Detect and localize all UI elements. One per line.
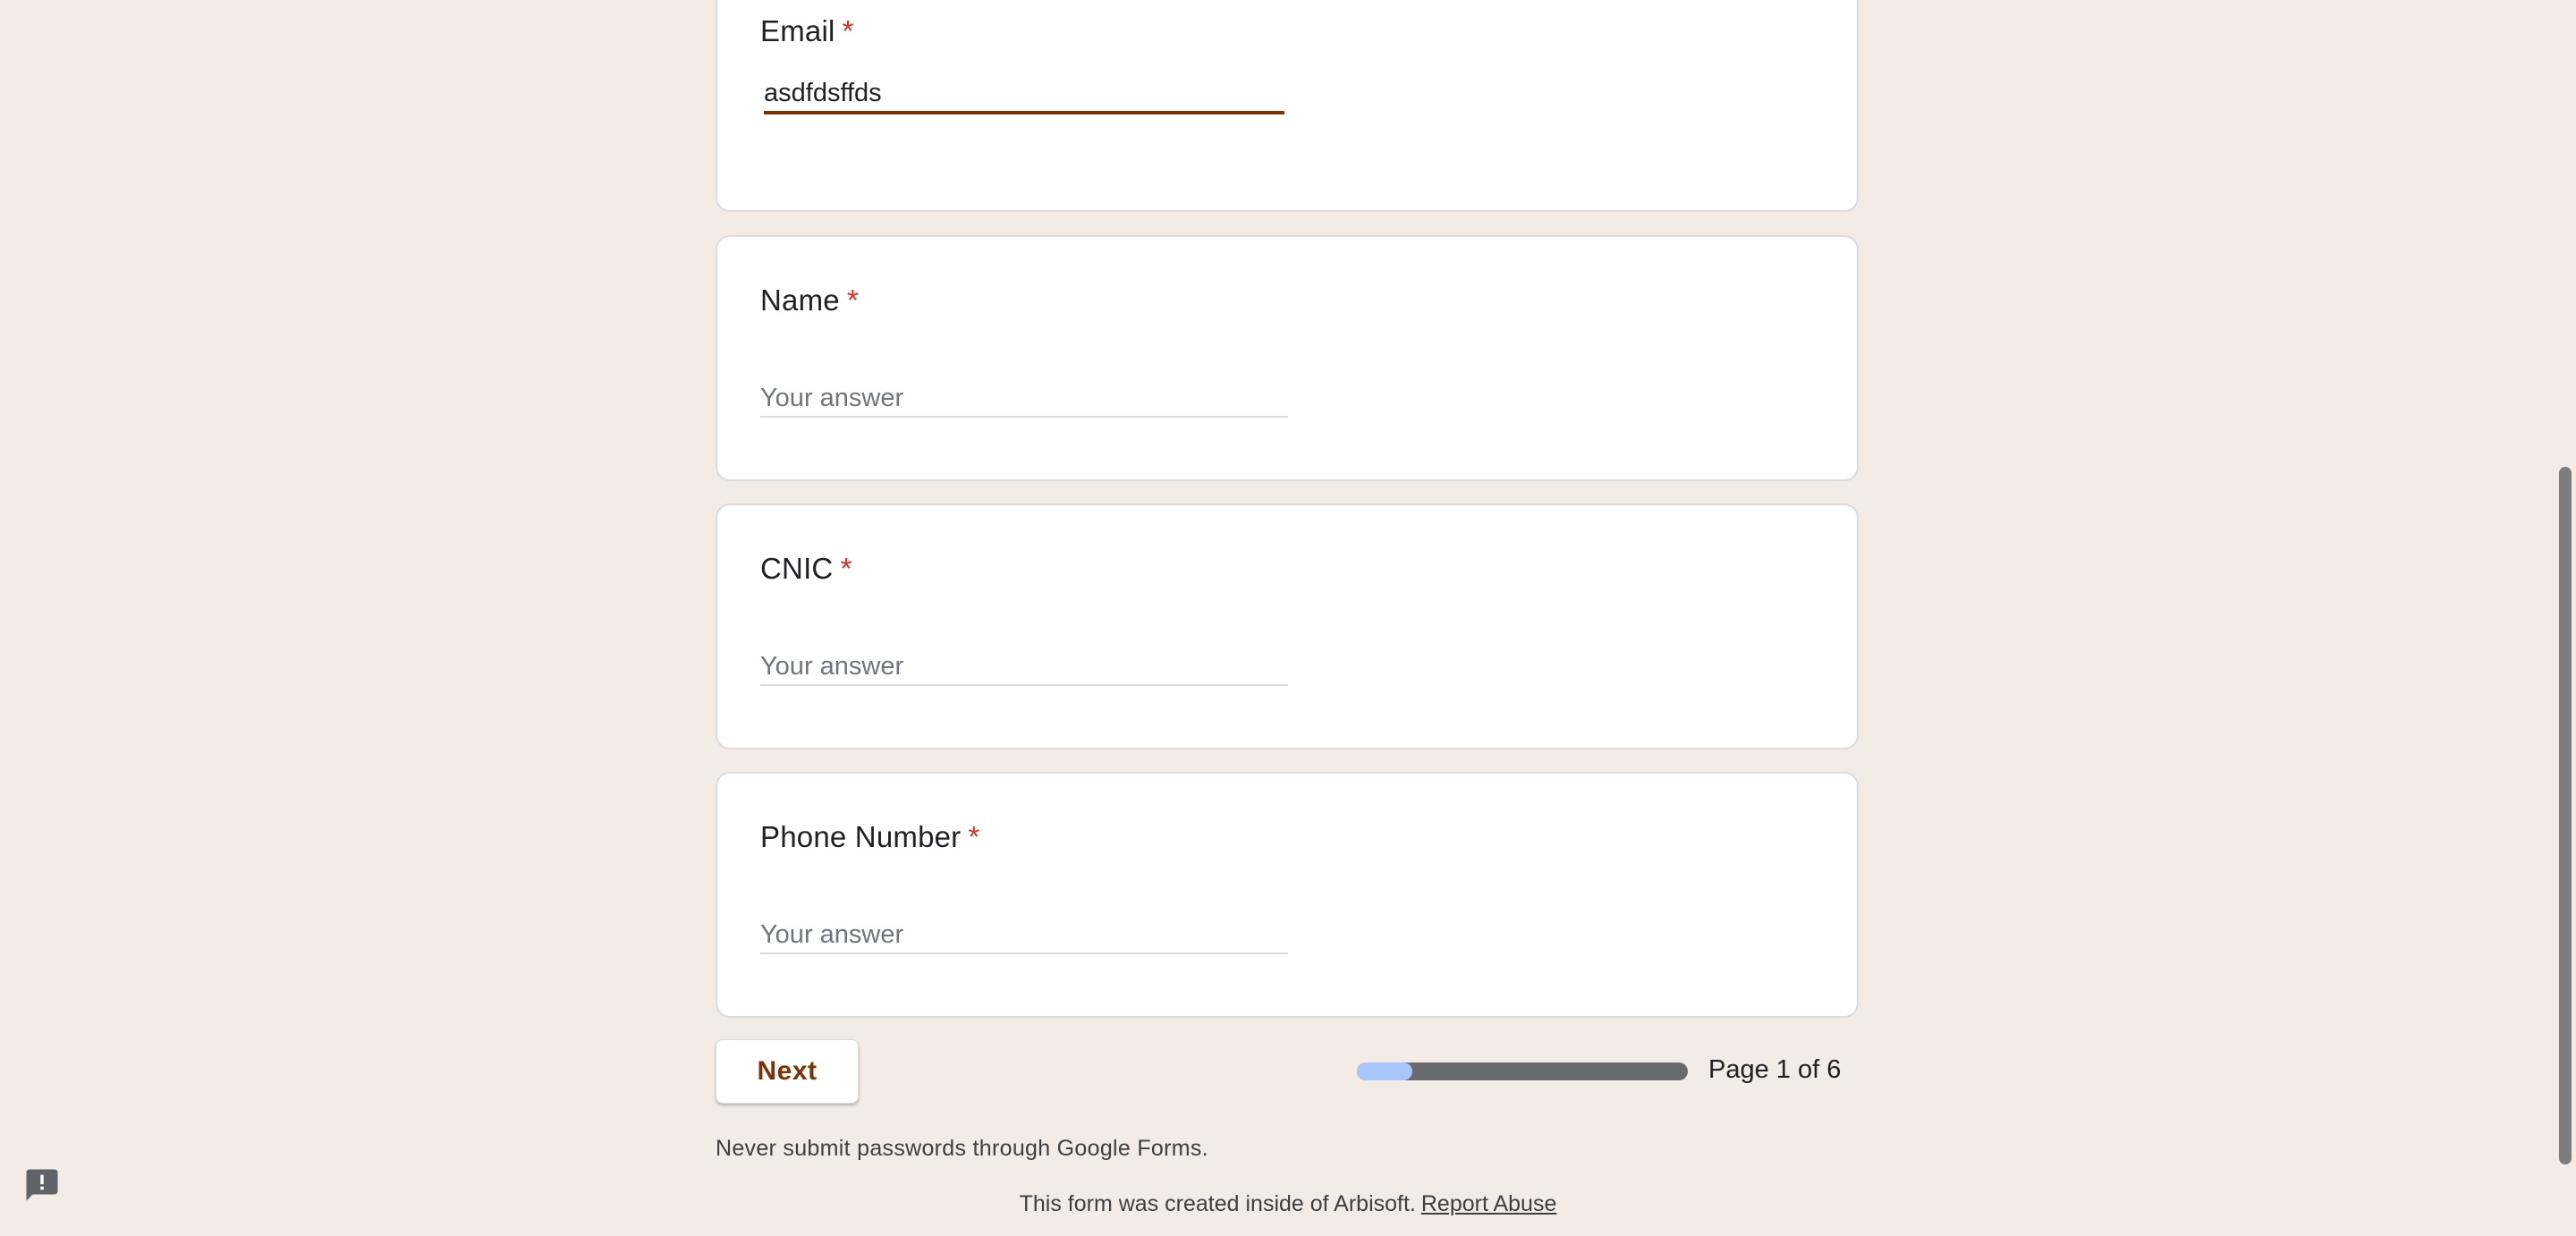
required-asterisk: * <box>968 820 980 853</box>
question-label: Name <box>760 284 840 317</box>
page-indicator: Page 1 of 6 <box>1708 1055 1842 1084</box>
question-card-email: Email * <box>716 0 1859 212</box>
next-button[interactable]: Next <box>716 1039 859 1104</box>
scrollbar-thumb[interactable] <box>2559 467 2572 1164</box>
question-title-name: Name * <box>760 284 859 317</box>
required-asterisk: * <box>840 552 852 585</box>
question-label: CNIC <box>760 552 834 585</box>
cnic-field[interactable] <box>760 648 1288 686</box>
required-asterisk: * <box>842 14 854 47</box>
question-card-name: Name * <box>716 235 1859 481</box>
question-label: Email <box>760 14 835 47</box>
form-page: Email* Name* CNIC* Phone Number* Next Pa… <box>0 0 2576 1236</box>
progress-bar-fill <box>1357 1062 1412 1080</box>
footer-text: This form was created inside of Arbisoft… <box>1019 1191 1416 1216</box>
name-field[interactable] <box>760 380 1288 418</box>
question-card-phone: Phone Number * <box>716 772 1859 1018</box>
question-card-cnic: CNIC * <box>716 504 1859 749</box>
report-abuse-link[interactable]: Report Abuse <box>1421 1191 1557 1216</box>
question-title-phone: Phone Number * <box>760 820 979 854</box>
email-field[interactable] <box>764 75 1284 114</box>
feedback-icon[interactable] <box>23 1166 61 1204</box>
feedback-icon-graphic <box>26 1169 58 1201</box>
question-label: Phone Number <box>760 820 962 853</box>
footer: This form was created inside of Arbisoft… <box>0 1191 2576 1217</box>
required-asterisk: * <box>846 284 859 317</box>
question-title-cnic: CNIC * <box>760 552 852 586</box>
progress-bar <box>1357 1062 1688 1080</box>
phone-number-field[interactable] <box>760 917 1288 954</box>
password-notice: Never submit passwords through Google Fo… <box>716 1136 1208 1161</box>
question-title-email: Email * <box>760 14 854 48</box>
